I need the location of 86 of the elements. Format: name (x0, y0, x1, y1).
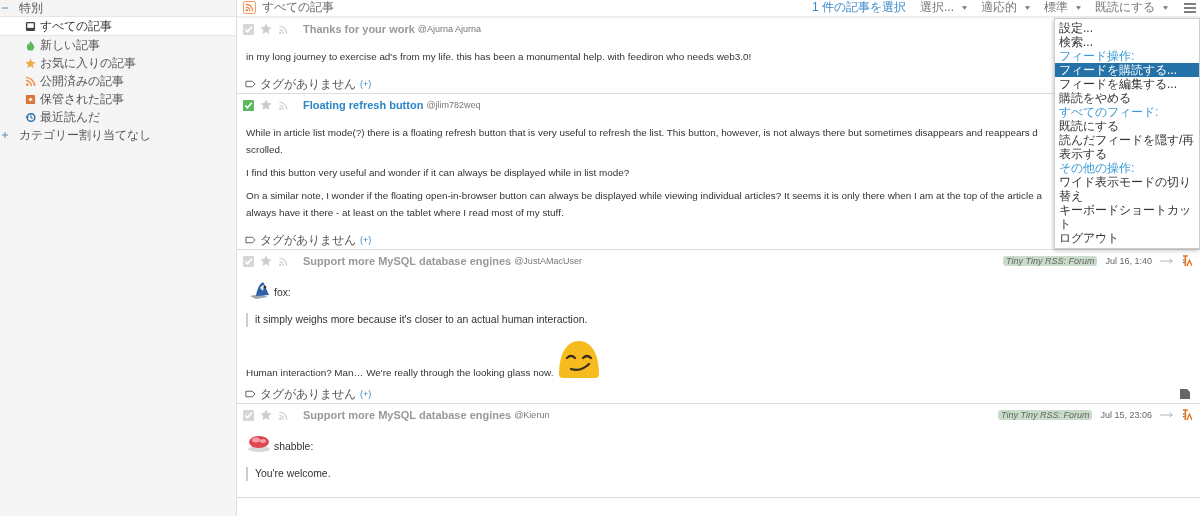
menu-section-header: すべてのフィード: (1058, 105, 1160, 119)
caret-icon (1076, 5, 1081, 10)
author-label: @Kierun (514, 410, 550, 420)
sidebar-item[interactable]: 公開済みの記事 (0, 72, 236, 90)
article-date: Jul 15, 23:06 (1100, 410, 1152, 420)
paragraph-line: While in article list mode(?) there is a floating refresh button that is very useful to refresh the list. This button, however, is not always there but sometimes disappears and reappears d (246, 126, 1038, 140)
menu-item[interactable]: ワイド表示モードの切り替え (1055, 175, 1199, 203)
blockquote: You're welcome. (246, 467, 331, 481)
tags-label: タグがありません (260, 231, 356, 249)
author-label: @jlim782weq (426, 100, 481, 110)
category-label[interactable]: カテゴリー割り当てなし (19, 126, 151, 144)
paragraph-line: always have it there - at least on the tablet where I read most of my stuff. (246, 206, 564, 220)
history-icon (25, 111, 36, 123)
inbox-icon (25, 20, 36, 32)
caret-icon (1163, 5, 1168, 10)
sidebar-item[interactable]: 新しい記事 (0, 36, 236, 54)
paragraph-line: On a similar note, I wonder if the floating open-in-browser button can always be displayed while viewing individual articles? It seems it is only there when I am at the top of the article a (246, 189, 1042, 203)
caret-icon (1025, 5, 1030, 10)
selection-link[interactable]: 1 件の記事を選択 (811, 0, 906, 16)
feed-tag[interactable]: Tiny Tiny RSS: Forum (998, 410, 1093, 420)
checkbox[interactable] (243, 99, 254, 111)
article-date: Jul 16, 1:40 (1105, 256, 1152, 266)
feed-logo-icon (1182, 255, 1192, 267)
sidebar-item[interactable]: すべての記事 (0, 17, 236, 36)
smiling-emoji-icon (557, 339, 602, 379)
sidebar-item[interactable]: 保管された記事 (0, 90, 236, 108)
dropdown-button[interactable]: 選択... (916, 0, 971, 16)
article-title[interactable]: Floating refresh button (303, 99, 424, 111)
quoted-user: shabble: (274, 440, 314, 454)
author-label: @Ajurna Ajurna (417, 24, 482, 34)
star-icon[interactable] (260, 23, 272, 35)
tags-label: タグがありません (260, 385, 356, 403)
tag-icon (245, 390, 256, 398)
menu-icon[interactable] (1184, 2, 1196, 13)
menu-section-header: その他の操作: (1058, 161, 1136, 175)
star-icon[interactable] (260, 409, 272, 421)
star-icon[interactable] (260, 99, 272, 111)
menu-item[interactable]: フィードを編集する... (1055, 77, 1199, 91)
sidebar-item[interactable]: 最近読んだ (0, 108, 236, 126)
category-label[interactable]: 特別 (19, 0, 43, 17)
note-icon[interactable] (1180, 389, 1190, 399)
feed-title: すべての記事 (262, 0, 334, 16)
archive-icon (25, 93, 36, 105)
author-label: @JustAMacUser (514, 256, 582, 266)
rss-icon (25, 75, 36, 87)
expand-icon[interactable] (1, 131, 9, 139)
sidebar-item[interactable]: お気に入りの記事 (0, 54, 236, 72)
blockquote: it simply weighs more because it's closer to an actual human interaction. (246, 313, 588, 327)
rss-icon[interactable] (278, 23, 289, 35)
arrow-icon[interactable] (1160, 412, 1174, 418)
tag-icon (245, 236, 256, 244)
add-tag-link[interactable]: (+) (360, 235, 372, 245)
paragraph-line: scrolled. (246, 143, 283, 157)
paragraph-line: Human interaction? Man… We're really through the looking glass now. (246, 366, 554, 380)
menu-item[interactable]: 検索... (1055, 35, 1199, 49)
menu-item[interactable]: 既読にする (1055, 119, 1199, 133)
menu-item[interactable]: 読んだフィードを隠す/再表示する (1055, 133, 1199, 161)
add-tag-link[interactable]: (+) (360, 389, 372, 399)
tag-icon (245, 80, 256, 88)
dropdown-button[interactable]: 標準 (1040, 0, 1085, 16)
collapse-icon[interactable] (1, 4, 9, 12)
menu-item[interactable]: 設定... (1055, 21, 1199, 35)
feed-tag[interactable]: Tiny Tiny RSS: Forum (1003, 256, 1098, 266)
caret-icon (962, 5, 967, 10)
checkbox[interactable] (243, 255, 254, 267)
rss-icon[interactable] (278, 255, 289, 267)
star-icon[interactable] (260, 255, 272, 267)
dropdown-button[interactable]: 既読にする (1091, 0, 1172, 16)
checkbox[interactable] (243, 409, 254, 421)
quoted-user: fox: (274, 286, 291, 300)
menu-item[interactable]: ログアウト (1055, 231, 1199, 245)
tags-label: タグがありません (260, 75, 356, 93)
feed-logo-icon (1182, 409, 1192, 421)
rss-icon[interactable] (278, 409, 289, 421)
checkbox[interactable] (243, 23, 254, 35)
star-icon (25, 57, 36, 69)
menu-section-header: フィード操作: (1058, 49, 1136, 63)
paragraph-line: in my long journey to exercise ad's from my life. this has been a monumental help. with feediron who needs web3.0! (246, 50, 752, 64)
rss-icon[interactable] (278, 99, 289, 111)
menu-item[interactable]: フィードを購読する... (1055, 63, 1199, 77)
dropdown-button[interactable]: 適応的 (977, 0, 1034, 16)
menu-item[interactable]: キーボードショートカット (1055, 203, 1199, 231)
menu-item[interactable]: 購読をやめる (1055, 91, 1199, 105)
arrow-icon[interactable] (1160, 258, 1174, 264)
add-tag-link[interactable]: (+) (360, 79, 372, 89)
paragraph-line: I find this button very useful and wonder if it can always be displayed while in list mode? (246, 166, 630, 180)
